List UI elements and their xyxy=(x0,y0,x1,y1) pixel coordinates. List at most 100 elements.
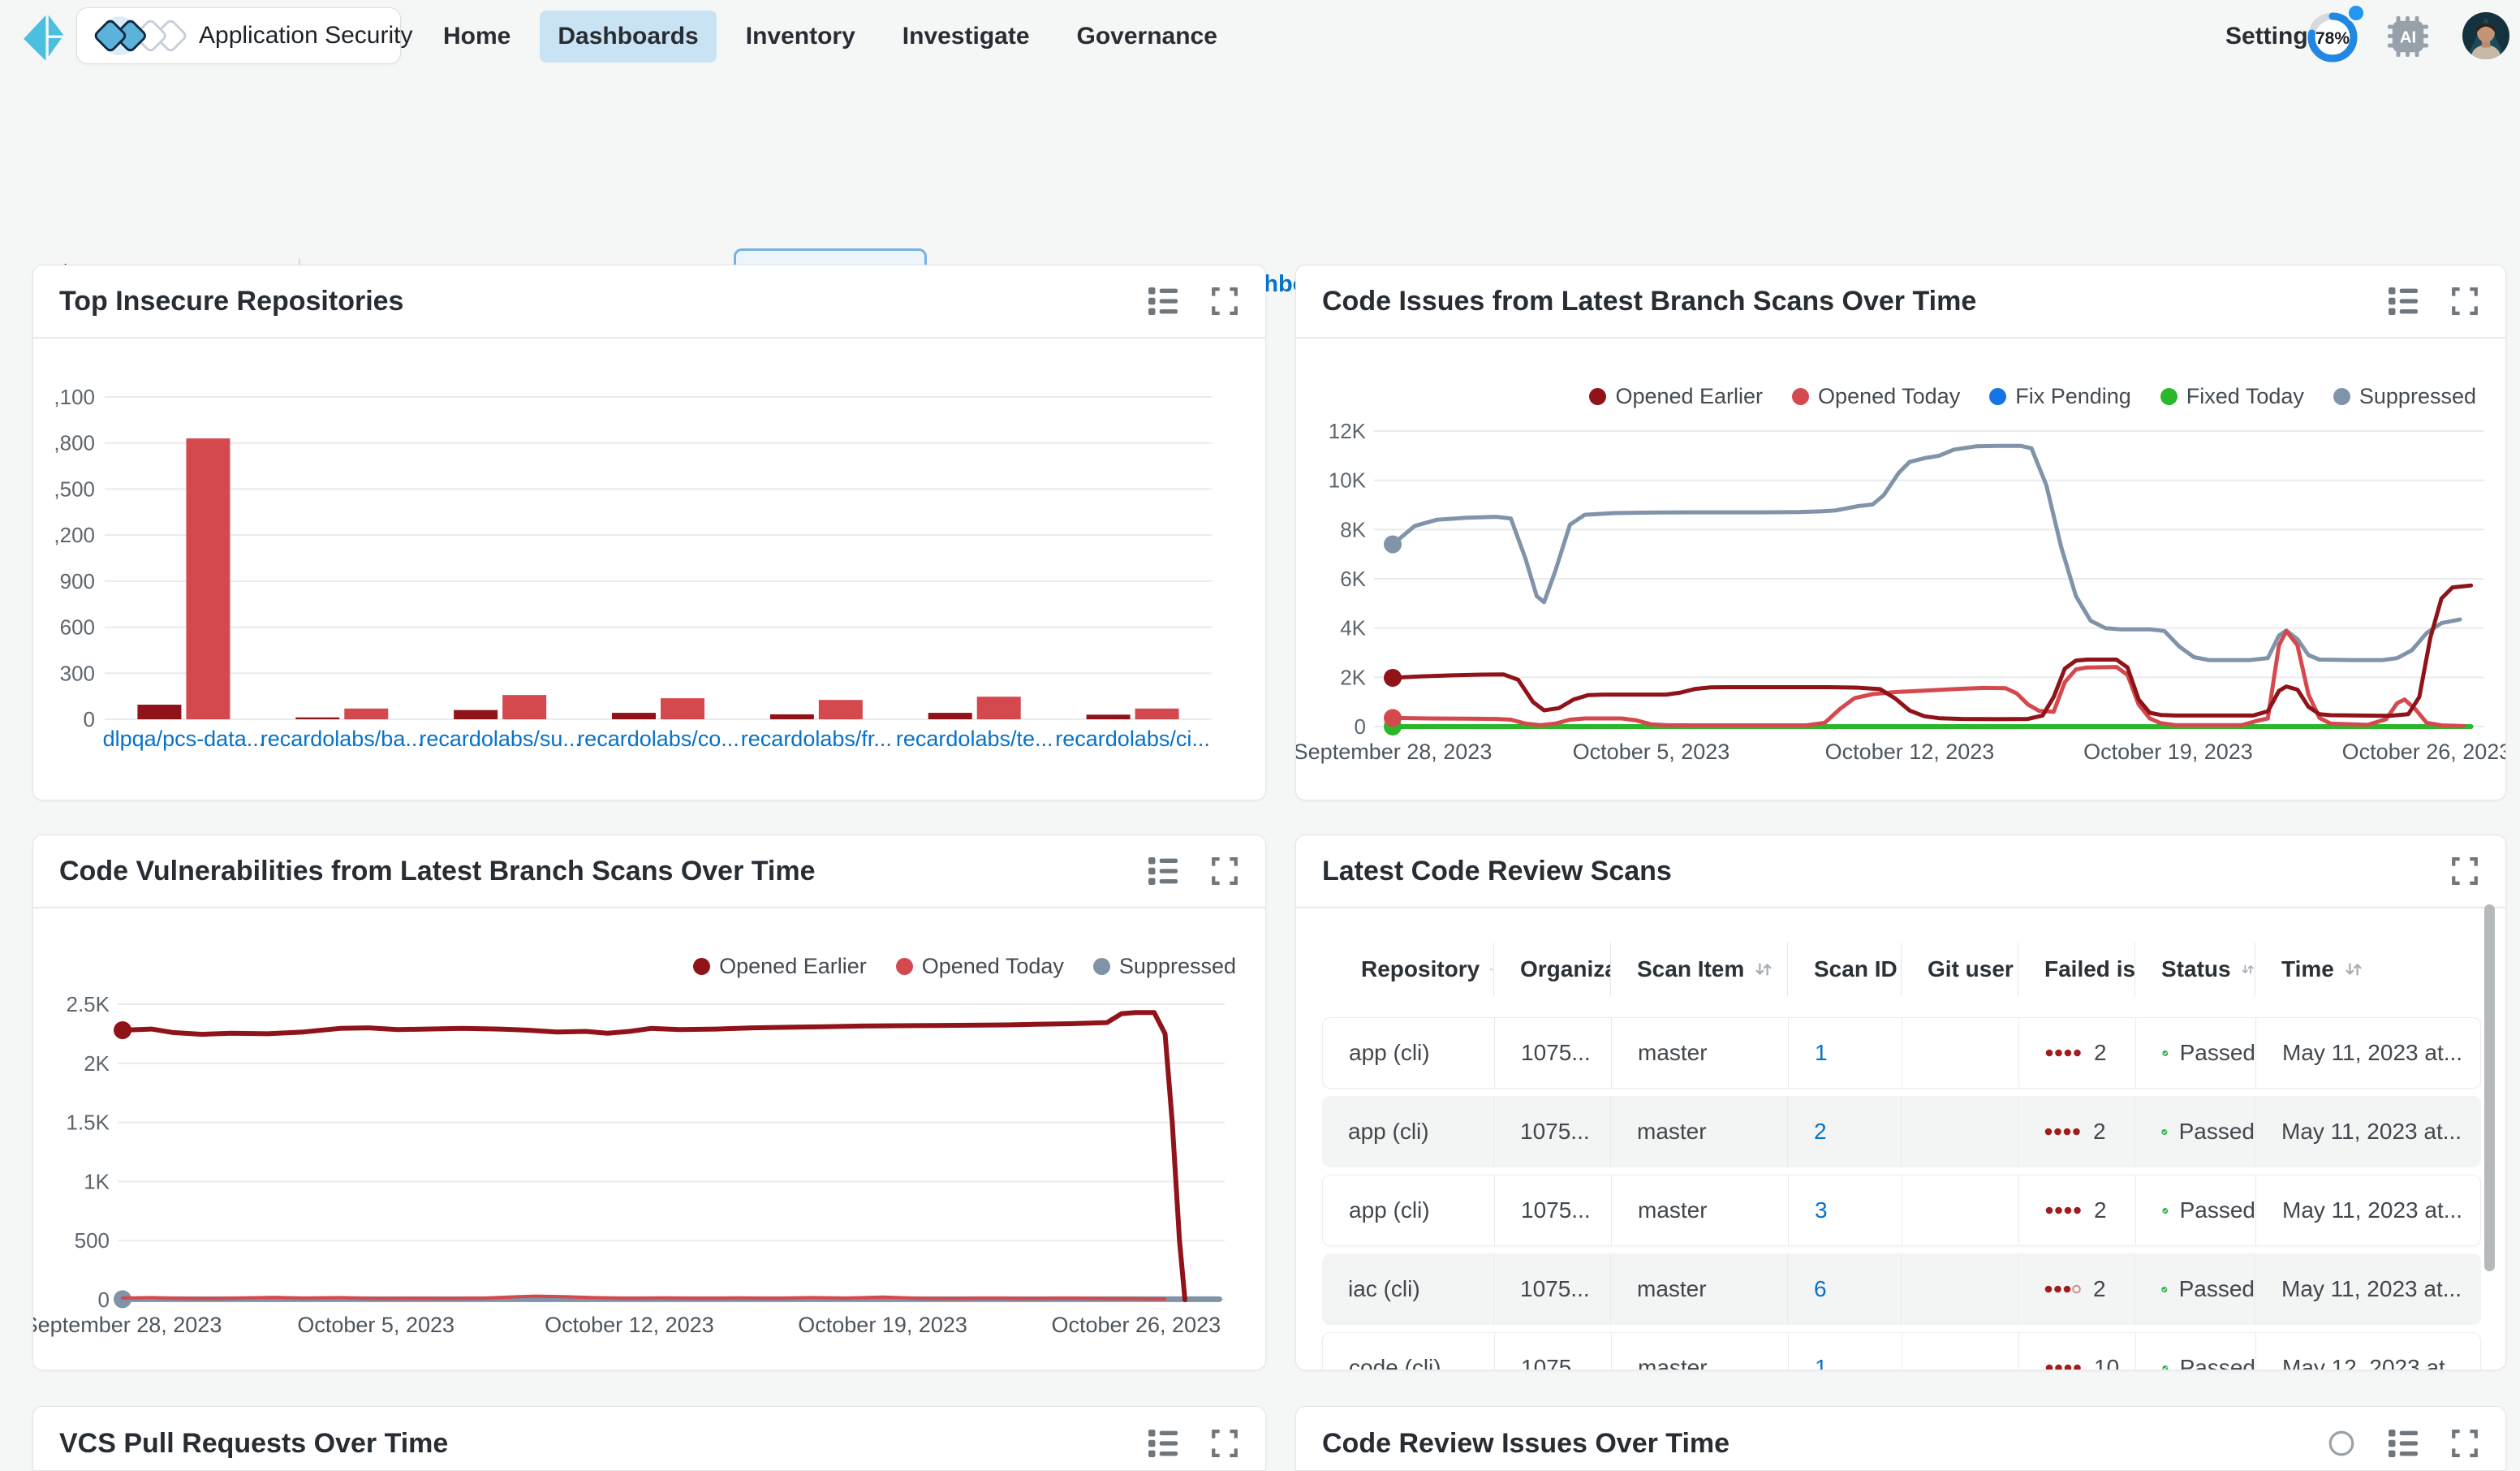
bar-red[interactable] xyxy=(186,438,230,719)
scan-id-link[interactable]: 1 xyxy=(1815,1040,1828,1066)
repository-link[interactable]: recardolabs/ci... xyxy=(1055,727,1210,751)
product-switcher[interactable]: Application Security xyxy=(76,7,401,64)
cell-git_user xyxy=(1902,1018,2019,1088)
failed-issues-count: 2 xyxy=(2093,1119,2106,1145)
column-header-status[interactable]: Status xyxy=(2135,943,2255,996)
y-tick-label: 10K xyxy=(1329,468,1367,493)
view-data-list-icon[interactable] xyxy=(2389,287,2418,316)
severity-dots-icon xyxy=(2045,1206,2083,1215)
column-header-label: Organizat xyxy=(1520,956,1611,982)
column-header-label: Repository xyxy=(1361,956,1480,982)
cell-git_user xyxy=(1902,1176,2019,1245)
table-row[interactable]: app (cli)1075...master32PassedMay 11, 20… xyxy=(1322,1175,2481,1246)
bar-dark-red[interactable] xyxy=(137,705,181,719)
scan-id-link[interactable]: 3 xyxy=(1815,1197,1828,1223)
view-data-list-icon[interactable] xyxy=(2389,1429,2418,1458)
scan-id-link[interactable]: 2 xyxy=(1814,1119,1827,1145)
sort-icon[interactable] xyxy=(1754,960,1773,979)
cell-repository: code (cli) xyxy=(1349,1333,1495,1370)
y-tick-label: 300 xyxy=(60,661,95,685)
bar-red[interactable] xyxy=(502,695,546,719)
repository-link[interactable]: recardolabs/fr... xyxy=(741,727,892,751)
expand-icon[interactable] xyxy=(1210,1429,1239,1458)
column-header-time[interactable]: Time xyxy=(2255,943,2470,996)
status-text: Passed xyxy=(2180,1355,2255,1370)
bar-red[interactable] xyxy=(661,698,704,719)
repository-link[interactable]: recardolabs/su... xyxy=(419,727,581,751)
bar-red[interactable] xyxy=(819,700,863,719)
column-header-scan_item[interactable]: Scan Item xyxy=(1611,943,1788,996)
view-data-list-icon[interactable] xyxy=(1148,287,1178,316)
column-header-label: Failed issu xyxy=(2044,956,2135,982)
scan-id-link[interactable]: 6 xyxy=(1814,1276,1827,1302)
y-tick-label: 6K xyxy=(1340,567,1366,591)
bar-dark-red[interactable] xyxy=(928,713,972,719)
y-tick-label: 2K xyxy=(1340,665,1366,689)
bar-dark-red[interactable] xyxy=(612,713,656,719)
cell-failed_issues: 2 xyxy=(2018,1096,2135,1167)
expand-icon[interactable] xyxy=(1210,287,1239,316)
repository-link[interactable]: recardolabs/co... xyxy=(577,727,739,751)
table-row[interactable]: app (cli)1075...master22PassedMay 11, 20… xyxy=(1322,1096,2481,1167)
nav-item-inventory[interactable]: Inventory xyxy=(728,11,873,63)
nav-item-home[interactable]: Home xyxy=(425,11,528,63)
cell-scan_item: master xyxy=(1612,1018,1789,1088)
panel-code-vulnerabilities-over-time: Code Vulnerabilities from Latest Branch … xyxy=(32,835,1266,1370)
bar-red[interactable] xyxy=(344,709,388,719)
prisma-cloud-logo-icon[interactable] xyxy=(18,10,68,65)
nav-item-investigate[interactable]: Investigate xyxy=(885,11,1048,63)
ai-chip-label: AI xyxy=(2400,29,2416,47)
credits-progress-ring[interactable]: 78% xyxy=(2302,3,2367,68)
bar-red[interactable] xyxy=(1135,709,1179,719)
repository-link[interactable]: recardolabs/te... xyxy=(896,727,1053,751)
scan-id-link[interactable]: 1 xyxy=(1815,1355,1828,1370)
table-scrollbar[interactable] xyxy=(2484,904,2495,1271)
panel-latest-code-review-scans: Latest Code Review Scans RepositoryOrgan… xyxy=(1295,835,2506,1370)
passed-check-icon xyxy=(2162,1196,2169,1226)
bar-dark-red[interactable] xyxy=(295,718,339,719)
view-data-list-icon[interactable] xyxy=(1148,856,1178,886)
loading-circle-icon xyxy=(2327,1429,2356,1458)
table-row[interactable]: app (cli)1075...master12PassedMay 11, 20… xyxy=(1322,1017,2481,1089)
cell-scan_id: 2 xyxy=(1788,1096,1902,1167)
expand-icon[interactable] xyxy=(1210,856,1239,886)
cell-git_user xyxy=(1902,1253,2018,1325)
repository-link[interactable]: dlpqa/pcs-data... xyxy=(103,727,265,751)
bar-dark-red[interactable] xyxy=(770,714,814,719)
sort-icon[interactable] xyxy=(2344,960,2363,979)
bar-dark-red[interactable] xyxy=(454,710,498,719)
bar-dark-red[interactable] xyxy=(1087,714,1131,719)
notification-dot xyxy=(2348,5,2365,22)
y-tick-label: 0 xyxy=(1355,714,1366,739)
passed-check-icon xyxy=(2162,1038,2169,1068)
passed-check-icon xyxy=(2161,1275,2168,1305)
column-header-scan_id[interactable]: Scan ID xyxy=(1788,943,1902,996)
cell-scan_id: 1 xyxy=(1789,1333,1902,1370)
ai-copilot-icon[interactable]: AI xyxy=(2388,16,2428,57)
y-tick-label: ,100 xyxy=(54,385,95,409)
repository-link[interactable]: recardolabs/ba... xyxy=(261,727,424,751)
expand-icon[interactable] xyxy=(2450,1429,2479,1458)
cell-failed_issues: 2 xyxy=(2019,1018,2136,1088)
sort-icon[interactable] xyxy=(2241,960,2255,979)
bar-red[interactable] xyxy=(977,697,1021,719)
expand-icon[interactable] xyxy=(2450,287,2479,316)
column-header-git_user[interactable]: Git user xyxy=(1902,943,2018,996)
column-header-repository[interactable]: Repository xyxy=(1348,943,1494,996)
nav-item-governance[interactable]: Governance xyxy=(1059,11,1235,63)
y-tick-label: 0 xyxy=(98,1288,110,1312)
user-avatar[interactable] xyxy=(2462,12,2509,59)
sort-icon[interactable] xyxy=(1489,960,1493,979)
cell-status: Passed xyxy=(2135,1096,2255,1167)
table-row[interactable]: code (cli)1075...master110PassedMay 12, … xyxy=(1322,1332,2481,1370)
nav-item-dashboards[interactable]: Dashboards xyxy=(540,11,716,63)
y-tick-label: 900 xyxy=(60,569,95,593)
table-row[interactable]: iac (cli)1075...master62PassedMay 11, 20… xyxy=(1322,1253,2481,1325)
status-text: Passed xyxy=(2180,1197,2255,1223)
view-data-list-icon[interactable] xyxy=(1148,1429,1178,1458)
expand-icon[interactable] xyxy=(2450,856,2479,886)
cell-scan_item: master xyxy=(1612,1176,1789,1245)
cell-time: May 11, 2023 at... xyxy=(2256,1176,2461,1245)
y-tick-label: 2.5K xyxy=(67,992,110,1016)
status-text: Passed xyxy=(2180,1040,2255,1066)
